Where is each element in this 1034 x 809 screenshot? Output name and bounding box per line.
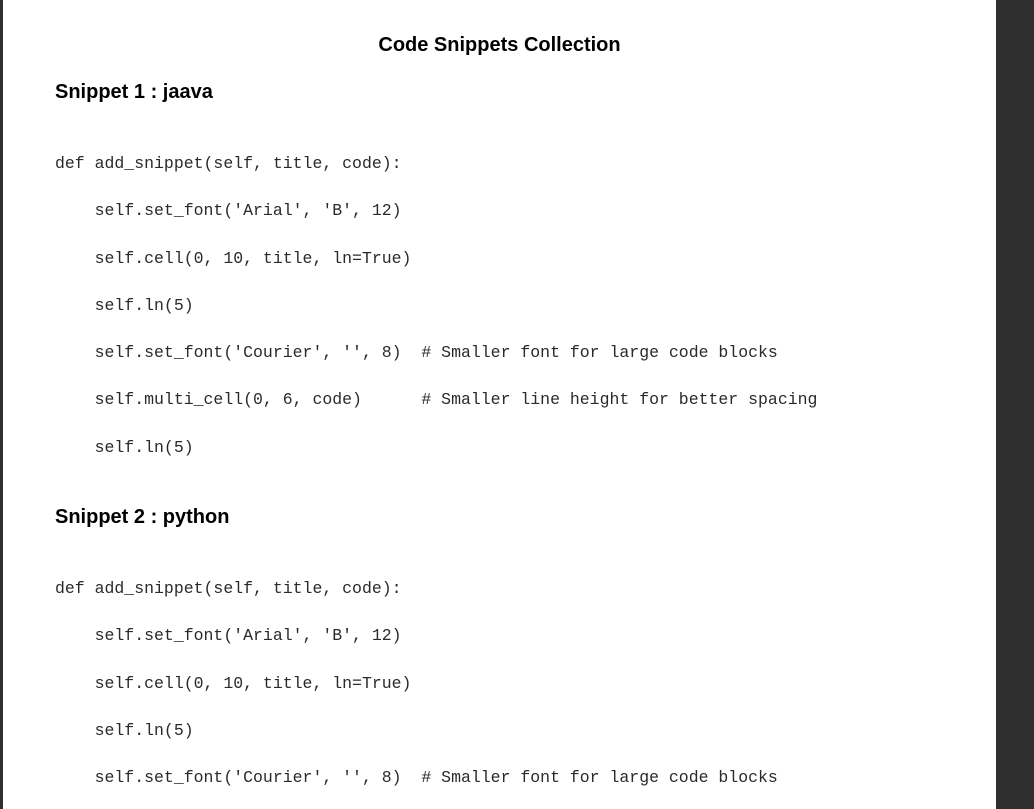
code-line: self.set_font('Courier', '', 8) # Smalle…: [55, 768, 778, 788]
snippet-1-code-block: def add_snippet(self, title, code): self…: [55, 154, 817, 485]
document-page: Code Snippets Collection Snippet 1 : jaa…: [3, 0, 996, 809]
snippet-2-heading: Snippet 2 : python: [55, 506, 230, 528]
code-line: self.multi_cell(0, 6, code) # Smaller li…: [55, 390, 818, 410]
code-line: self.ln(5): [55, 437, 194, 457]
code-line: self.set_font('Courier', '', 8) # Smalle…: [55, 343, 778, 363]
snippet-1-heading: Snippet 1 : jaava: [55, 81, 213, 103]
document-viewer[interactable]: Code Snippets Collection Snippet 1 : jaa…: [0, 0, 1034, 809]
code-line: def add_snippet(self, title, code):: [55, 579, 402, 598]
code-line: self.ln(5): [55, 720, 194, 740]
document-title: Code Snippets Collection: [378, 34, 621, 56]
code-line: self.cell(0, 10, title, ln=True): [55, 673, 412, 693]
snippet-2-code-block: def add_snippet(self, title, code): self…: [55, 579, 778, 809]
code-line: self.set_font('Arial', 'B', 12): [55, 626, 402, 646]
code-line: self.cell(0, 10, title, ln=True): [55, 248, 412, 268]
code-line: def add_snippet(self, title, code):: [55, 154, 402, 173]
code-line: self.ln(5): [55, 295, 194, 315]
code-line: self.set_font('Arial', 'B', 12): [55, 201, 402, 221]
